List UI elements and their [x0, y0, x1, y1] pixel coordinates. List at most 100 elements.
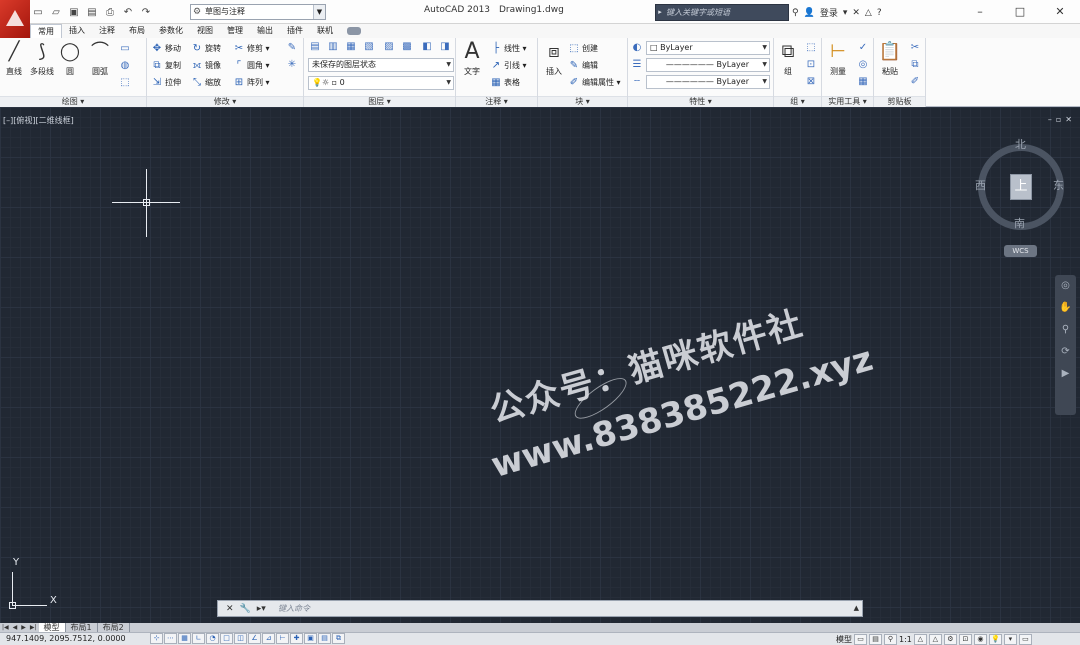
- chevron-down-icon[interactable]: ▼: [313, 5, 325, 19]
- tab-parametric[interactable]: 参数化: [152, 24, 190, 38]
- viewcube-north[interactable]: 北: [1015, 136, 1026, 152]
- line-button[interactable]: ╱ 直线: [0, 41, 28, 77]
- match-prop-icon[interactable]: ✐: [908, 75, 922, 89]
- panel-layers-title[interactable]: 图层 ▾: [304, 96, 455, 107]
- undo-icon[interactable]: ↶: [120, 4, 136, 20]
- snap-icon[interactable]: ⋯: [164, 633, 177, 644]
- layer-state-dropdown[interactable]: 未保存的图层状态 ▼: [308, 58, 454, 72]
- dimension-button[interactable]: ├ 线性 ▾: [490, 41, 527, 56]
- grid-icon[interactable]: ▦: [178, 633, 191, 644]
- otrack-icon[interactable]: ∠: [248, 633, 261, 644]
- quick-select-icon[interactable]: ✓: [856, 41, 870, 55]
- user-icon[interactable]: 👤: [804, 8, 815, 18]
- cursor-coordinates[interactable]: 947.1409, 2095.7512, 0.0000: [6, 634, 126, 643]
- dyn-icon[interactable]: ⊢: [276, 633, 289, 644]
- layer-match-icon[interactable]: ▦: [344, 40, 358, 54]
- lineweight-dropdown[interactable]: —————— ByLayer ▼: [646, 75, 770, 89]
- drawing-canvas[interactable]: [–][俯视][二维线框] – ▫ ✕ 上 北 南 东 西 WCS ◎ ✋ ⚲ …: [0, 107, 1080, 623]
- panel-annotation-title[interactable]: 注释 ▾: [456, 96, 537, 107]
- mirror-button[interactable]: ⟗ 镜像: [191, 58, 221, 73]
- annotation-scale-value[interactable]: 1:1: [899, 635, 912, 644]
- auto-scale-icon[interactable]: △: [928, 633, 942, 645]
- color-dropdown[interactable]: □ ByLayer ▼: [646, 41, 770, 55]
- wrench-icon[interactable]: 🔧: [240, 604, 251, 614]
- fillet-button[interactable]: ⌜ 圆角 ▾: [233, 58, 270, 73]
- group-select-icon[interactable]: ⊠: [804, 75, 818, 89]
- linetype-icon[interactable]: ┄: [630, 75, 644, 89]
- annotation-scale-icon[interactable]: ⚲: [884, 633, 897, 645]
- calculator-icon[interactable]: ▦: [856, 75, 870, 89]
- tab-nav-first-icon[interactable]: |◀: [0, 624, 11, 631]
- tab-online[interactable]: 联机: [310, 24, 340, 38]
- polar-icon[interactable]: ◔: [206, 633, 219, 644]
- 3d-osnap-icon[interactable]: ◫: [234, 633, 247, 644]
- erase-icon[interactable]: ✎: [285, 41, 299, 55]
- rectangle-icon[interactable]: ▭: [118, 42, 132, 56]
- layer-properties-icon[interactable]: ▤: [308, 40, 322, 54]
- paste-button[interactable]: 📋 粘贴: [876, 41, 904, 77]
- viewport-minimize-icon[interactable]: –: [1048, 115, 1052, 124]
- viewport-label[interactable]: [–][俯视][二维线框]: [3, 115, 74, 126]
- stretch-button[interactable]: ⇲ 拉伸: [151, 75, 181, 90]
- viewport-close-icon[interactable]: ✕: [1065, 115, 1072, 124]
- maximize-icon[interactable]: □: [1000, 0, 1040, 24]
- create-block-button[interactable]: ⬚ 创建: [568, 41, 598, 56]
- tab-nav-next-icon[interactable]: ▶: [19, 624, 28, 631]
- panel-modify-title[interactable]: 修改 ▾: [147, 96, 303, 107]
- table-button[interactable]: ▦ 表格: [490, 75, 520, 90]
- new-file-icon[interactable]: ▭: [30, 4, 46, 20]
- layer-dropdown[interactable]: 💡☼ ▫ 0 ▼: [308, 76, 454, 90]
- wcs-menu-button[interactable]: WCS: [1004, 245, 1037, 257]
- measure-button[interactable]: ⊢ 测量: [824, 41, 852, 77]
- tab-annotate[interactable]: 注释: [92, 24, 122, 38]
- layer-state-icon[interactable]: ▥: [326, 40, 340, 54]
- hardware-accel-icon[interactable]: ◉: [973, 633, 987, 645]
- transparency-icon[interactable]: ▣: [304, 633, 317, 644]
- pan-icon[interactable]: ✋: [1055, 297, 1076, 319]
- tab-layout1[interactable]: 布局1: [66, 623, 98, 632]
- autodesk-360-icon[interactable]: △: [865, 8, 872, 18]
- viewcube-east[interactable]: 东: [1053, 177, 1064, 193]
- id-point-icon[interactable]: ◎: [856, 58, 870, 72]
- showmotion-icon[interactable]: ▶: [1055, 363, 1076, 385]
- region-icon[interactable]: ⬚: [118, 76, 132, 90]
- copy-button[interactable]: ⧉ 复制: [151, 58, 181, 73]
- panel-clipboard-title[interactable]: 剪贴板: [874, 96, 925, 107]
- help-button[interactable]: ?: [877, 8, 882, 18]
- annotation-visibility-icon[interactable]: △: [913, 633, 927, 645]
- zoom-icon[interactable]: ⚲: [1055, 319, 1076, 341]
- binoculars-icon[interactable]: ⚲: [792, 8, 799, 18]
- rotate-button[interactable]: ↻ 旋转: [191, 41, 221, 56]
- chevron-up-icon[interactable]: ▲: [854, 601, 859, 616]
- move-button[interactable]: ✥ 移动: [151, 41, 181, 56]
- polyline-button[interactable]: ⟆ 多段线: [28, 41, 56, 77]
- tab-manage[interactable]: 管理: [220, 24, 250, 38]
- viewcube-south[interactable]: 南: [1014, 215, 1025, 231]
- save-as-icon[interactable]: ▤: [84, 4, 100, 20]
- edit-block-button[interactable]: ✎ 编辑: [568, 58, 598, 73]
- isolate-objects-icon[interactable]: 💡: [988, 633, 1002, 645]
- quick-view-drawings-icon[interactable]: ▤: [869, 633, 882, 645]
- infer-constraints-icon[interactable]: ⊹: [150, 633, 163, 644]
- save-icon[interactable]: ▣: [66, 4, 82, 20]
- circle-button[interactable]: ◯ 圆: [56, 41, 84, 77]
- app-menu-button[interactable]: [0, 0, 30, 40]
- search-input[interactable]: ▸ 键入关键字或短语: [655, 4, 789, 21]
- orbit-icon[interactable]: ⟳: [1055, 341, 1076, 363]
- text-button[interactable]: A 文字: [458, 41, 486, 77]
- ungroup-icon[interactable]: ⬚: [804, 41, 818, 55]
- close-icon[interactable]: ✕: [1040, 0, 1080, 24]
- cut-icon[interactable]: ✂: [908, 41, 922, 55]
- panel-block-title[interactable]: 块 ▾: [538, 96, 627, 107]
- ribbon-minimize-toggle[interactable]: [340, 24, 368, 38]
- tab-nav-last-icon[interactable]: ▶|: [28, 624, 39, 631]
- tab-plugins[interactable]: 插件: [280, 24, 310, 38]
- panel-utilities-title[interactable]: 实用工具 ▾: [822, 96, 873, 107]
- tab-output[interactable]: 输出: [250, 24, 280, 38]
- scale-button[interactable]: ⤡ 缩放: [191, 75, 221, 90]
- command-input[interactable]: 键入命令: [278, 601, 848, 616]
- signin-button[interactable]: 登录: [820, 6, 838, 19]
- group-button[interactable]: ⧉ 组: [774, 41, 802, 77]
- workspace-select[interactable]: 草图与注释 ▼: [190, 4, 326, 20]
- lineweight-toggle-icon[interactable]: ✚: [290, 633, 303, 644]
